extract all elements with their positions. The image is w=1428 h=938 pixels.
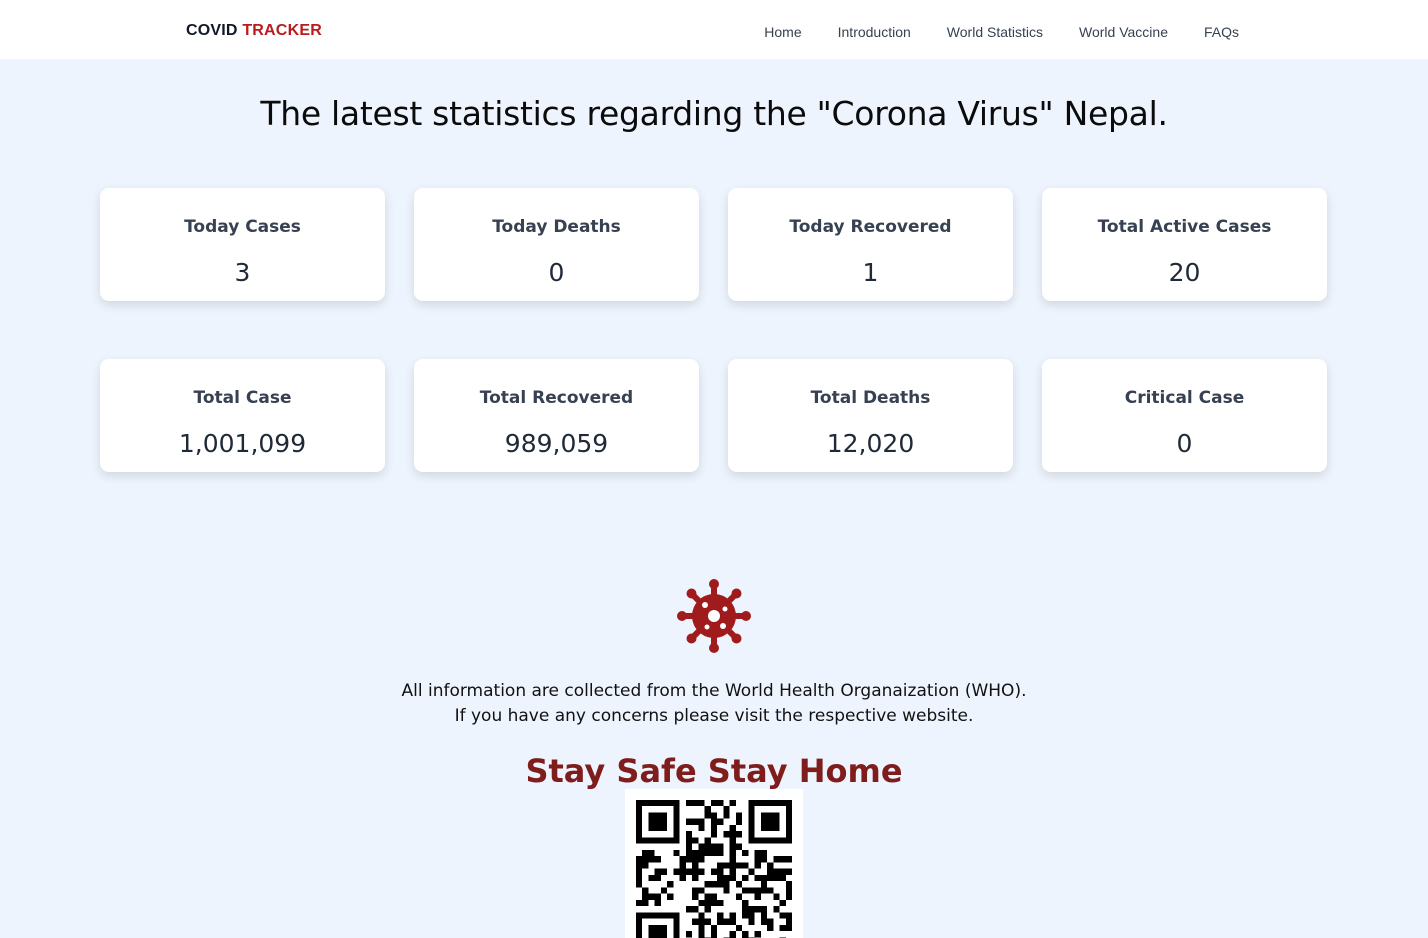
nav-world-vaccine[interactable]: World Vaccine xyxy=(1079,24,1168,40)
nav-introduction[interactable]: Introduction xyxy=(838,24,911,40)
stat-value: 20 xyxy=(1168,258,1201,287)
slogan-heading: Stay Safe Stay Home xyxy=(525,752,903,790)
stat-label: Total Active Cases xyxy=(1097,217,1272,237)
stat-value: 989,059 xyxy=(504,429,609,458)
stat-card-total-active-cases: Total Active Cases 20 xyxy=(1042,188,1327,301)
stat-label: Critical Case xyxy=(1124,388,1245,408)
stat-card-total-case: Total Case 1,001,099 xyxy=(100,359,385,472)
stat-label: Today Deaths xyxy=(492,217,621,237)
stat-card-today-recovered: Today Recovered 1 xyxy=(728,188,1013,301)
stat-card-total-deaths: Total Deaths 12,020 xyxy=(728,359,1013,472)
stat-label: Today Recovered xyxy=(789,217,952,237)
nav-home[interactable]: Home xyxy=(764,24,801,40)
brand-part1: COVID xyxy=(186,22,238,39)
brand-logo[interactable]: COVID TRACKER xyxy=(186,22,322,40)
nav-world-statistics[interactable]: World Statistics xyxy=(947,24,1043,40)
qr-code[interactable] xyxy=(625,789,803,938)
stat-value: 3 xyxy=(234,258,251,287)
page-title: The latest statistics regarding the "Cor… xyxy=(260,94,1168,133)
stat-label: Today Cases xyxy=(184,217,301,237)
stat-value: 1,001,099 xyxy=(178,429,307,458)
info-text: All information are collected from the W… xyxy=(0,679,1428,729)
virus-icon xyxy=(676,578,752,654)
stat-label: Total Deaths xyxy=(810,388,931,408)
navbar: COVID TRACKER Home Introduction World St… xyxy=(0,0,1428,59)
stat-label: Total Recovered xyxy=(479,388,634,408)
info-line-1: All information are collected from the W… xyxy=(401,681,1027,701)
stat-card-critical-case: Critical Case 0 xyxy=(1042,359,1327,472)
info-line-2: If you have any concerns please visit th… xyxy=(454,706,974,726)
stat-value: 1 xyxy=(862,258,879,287)
stat-card-today-cases: Today Cases 3 xyxy=(100,188,385,301)
nav-faqs[interactable]: FAQs xyxy=(1204,24,1239,40)
stat-value: 12,020 xyxy=(826,429,915,458)
stat-value: 0 xyxy=(548,258,565,287)
stat-label: Total Case xyxy=(193,388,292,408)
stat-card-total-recovered: Total Recovered 989,059 xyxy=(414,359,699,472)
nav-menu: Home Introduction World Statistics World… xyxy=(764,24,1239,40)
stat-card-today-deaths: Today Deaths 0 xyxy=(414,188,699,301)
brand-part2: TRACKER xyxy=(242,22,322,39)
stat-value: 0 xyxy=(1176,429,1193,458)
